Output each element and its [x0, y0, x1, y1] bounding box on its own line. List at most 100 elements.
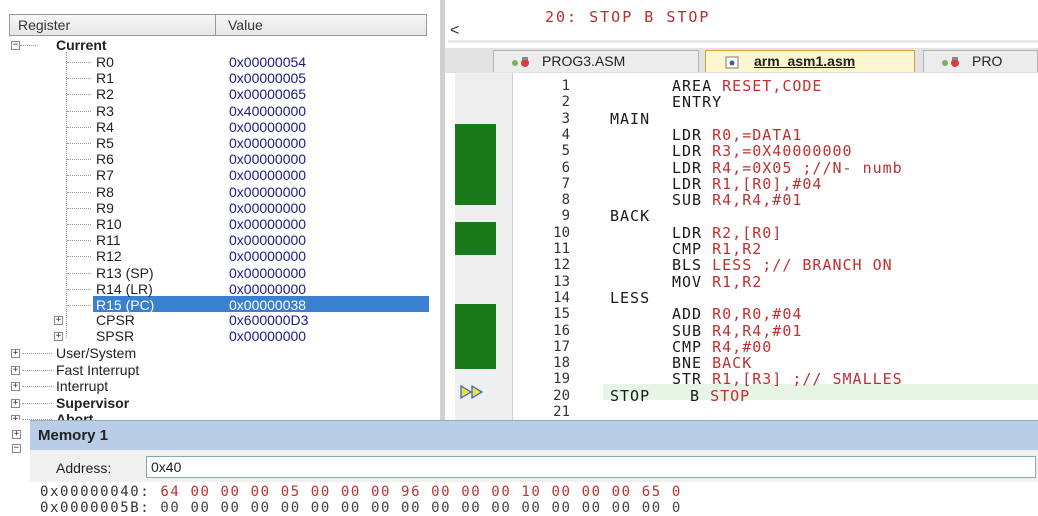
code-line[interactable]: MAIN [610, 111, 682, 127]
register-row-r13[interactable]: R13 (SP) 0x00000000 [0, 265, 440, 281]
code-line[interactable]: LDR R2,[R0] [610, 225, 782, 241]
expand-group-icon[interactable]: + [11, 349, 20, 358]
line-number: 9 [561, 208, 570, 225]
code-line[interactable]: SUB R4,R4,#01 [610, 192, 802, 208]
code-line[interactable]: LDR R3,=0X40000000 [610, 143, 853, 159]
register-row-r6[interactable]: R6 0x00000000 [0, 151, 440, 167]
tree-connector [67, 126, 91, 128]
code-operands: R0,R0,#04 [712, 305, 803, 324]
register-value: 0x600000D3 [229, 312, 309, 328]
column-register[interactable]: Register [18, 17, 70, 33]
code-mnemonic: LDR [672, 142, 703, 161]
register-row-r5[interactable]: R5 0x00000000 [0, 135, 440, 151]
code-line[interactable]: SUB R4,R4,#01 [610, 323, 802, 339]
register-row-spsr[interactable]: SPSR 0x00000000 [0, 328, 440, 344]
register-value: 0x00000000 [229, 328, 307, 344]
register-value: 0x00000000 [229, 232, 307, 249]
expand-icon[interactable]: + [12, 430, 21, 439]
register-value: 0x00000000 [229, 216, 307, 232]
code-line[interactable]: AREA RESET,CODE [610, 78, 822, 94]
code-line[interactable]: LDR R4,=0X05 ;//N- numb [610, 160, 903, 176]
code-line[interactable]: BLS LESS ;// BRANCH ON [610, 257, 893, 273]
register-row-r12[interactable]: R12 0x00000000 [0, 248, 440, 264]
register-row-r14[interactable]: R14 (LR) 0x00000000 [0, 281, 440, 297]
register-row-r0[interactable]: R0 0x00000054 [0, 54, 440, 70]
code-line[interactable]: CMP R1,R2 [610, 241, 762, 257]
line-number: 15 [553, 306, 570, 323]
code-line[interactable]: STOP B STOP [610, 388, 750, 404]
code-line[interactable]: CMP R4,#00 [610, 339, 772, 355]
tree-node-interrupt[interactable]: Interrupt [56, 378, 108, 394]
line-number: 10 [553, 224, 570, 241]
collapse-current-icon[interactable]: − [11, 41, 20, 50]
register-name: R2 [96, 86, 114, 103]
expand-group-icon[interactable]: + [11, 382, 20, 391]
tree-node-current[interactable]: Current [56, 37, 107, 53]
memory-row[interactable]: 0x0000005B: 00 00 00 00 00 00 00 00 00 0… [40, 500, 682, 516]
code-line[interactable]: BNE BACK [610, 355, 752, 371]
line-number: 2 [561, 94, 570, 111]
memory-row[interactable]: 0x00000040: 64 00 00 00 05 00 00 00 96 0… [40, 484, 682, 500]
register-row-r11[interactable]: R11 0x00000000 [0, 232, 440, 248]
register-row-r2[interactable]: R2 0x00000065 [0, 86, 440, 102]
tab-prog-partial[interactable]: PRO [923, 50, 1038, 72]
code-line[interactable]: ADD R0,R0,#04 [610, 306, 802, 322]
register-row-r8[interactable]: R8 0x00000000 [0, 184, 440, 200]
code-mnemonic: LDR [672, 125, 703, 144]
tree-node-fast-interrupt[interactable]: Fast Interrupt [56, 362, 139, 378]
address-input[interactable] [146, 456, 1036, 478]
line-number: 19 [553, 371, 570, 388]
tab-arm-asm1-asm[interactable]: arm_asm1.asm [705, 50, 915, 72]
code-mnemonic: STR [672, 370, 703, 389]
line-number: 6 [561, 159, 570, 176]
column-value[interactable]: Value [228, 17, 263, 33]
register-name: R15 (PC) [96, 297, 155, 313]
register-row-r3[interactable]: R3 0x40000000 [0, 103, 440, 119]
tab-prog3-asm[interactable]: PROG3.ASM [493, 50, 699, 72]
code-line[interactable]: LDR R1,[R0],#04 [610, 176, 822, 192]
register-row-r9[interactable]: R9 0x00000000 [0, 200, 440, 216]
line-number: 7 [561, 175, 570, 192]
code-line[interactable]: LESS [610, 290, 682, 306]
register-row-r15[interactable]: R15 (PC) 0x00000038 [0, 297, 440, 313]
line-number: 20 [553, 387, 570, 404]
collapse-icon[interactable]: − [12, 444, 21, 453]
column-separator[interactable] [215, 15, 216, 35]
register-row-r1[interactable]: R1 0x00000005 [0, 70, 440, 86]
expand-group-icon[interactable]: + [11, 398, 20, 408]
register-row-cpsr[interactable]: CPSR 0x600000D3 [0, 312, 440, 328]
code-line[interactable] [610, 404, 682, 420]
tree-connector [67, 62, 91, 63]
horizontal-scrollbar[interactable] [448, 40, 1038, 43]
tree-node-supervisor[interactable]: Supervisor [56, 395, 129, 411]
code-operands: LESS ;// BRANCH ON [712, 256, 893, 275]
tree-connector [67, 143, 91, 144]
register-row-r4[interactable]: R4 0x00000000 [0, 119, 440, 135]
code-line[interactable]: LDR R0,=DATA1 [610, 127, 802, 143]
register-row-r7[interactable]: R7 0x00000000 [0, 167, 440, 183]
register-name: R12 [96, 248, 122, 265]
code-line[interactable]: BACK [610, 208, 682, 224]
line-number: 13 [553, 273, 570, 290]
register-row-r10[interactable]: R10 0x00000000 [0, 216, 440, 232]
code-line[interactable]: MOV R1,R2 [610, 274, 762, 290]
tree-node-user-system[interactable]: User/System [56, 345, 136, 361]
code-line[interactable]: STR R1,[R3] ;// SMALLES [610, 371, 903, 387]
tree-connector [22, 353, 52, 354]
memory-window-title-bar[interactable] [0, 420, 1038, 451]
register-value: 0x00000054 [229, 54, 307, 70]
expand-group-icon[interactable]: + [11, 365, 20, 375]
tree-connector [67, 110, 91, 112]
tree-connector [67, 224, 91, 225]
line-number: 12 [553, 257, 570, 274]
tree-node-abort[interactable]: Abort [56, 411, 93, 420]
code-line[interactable]: ENTRY [610, 94, 732, 110]
